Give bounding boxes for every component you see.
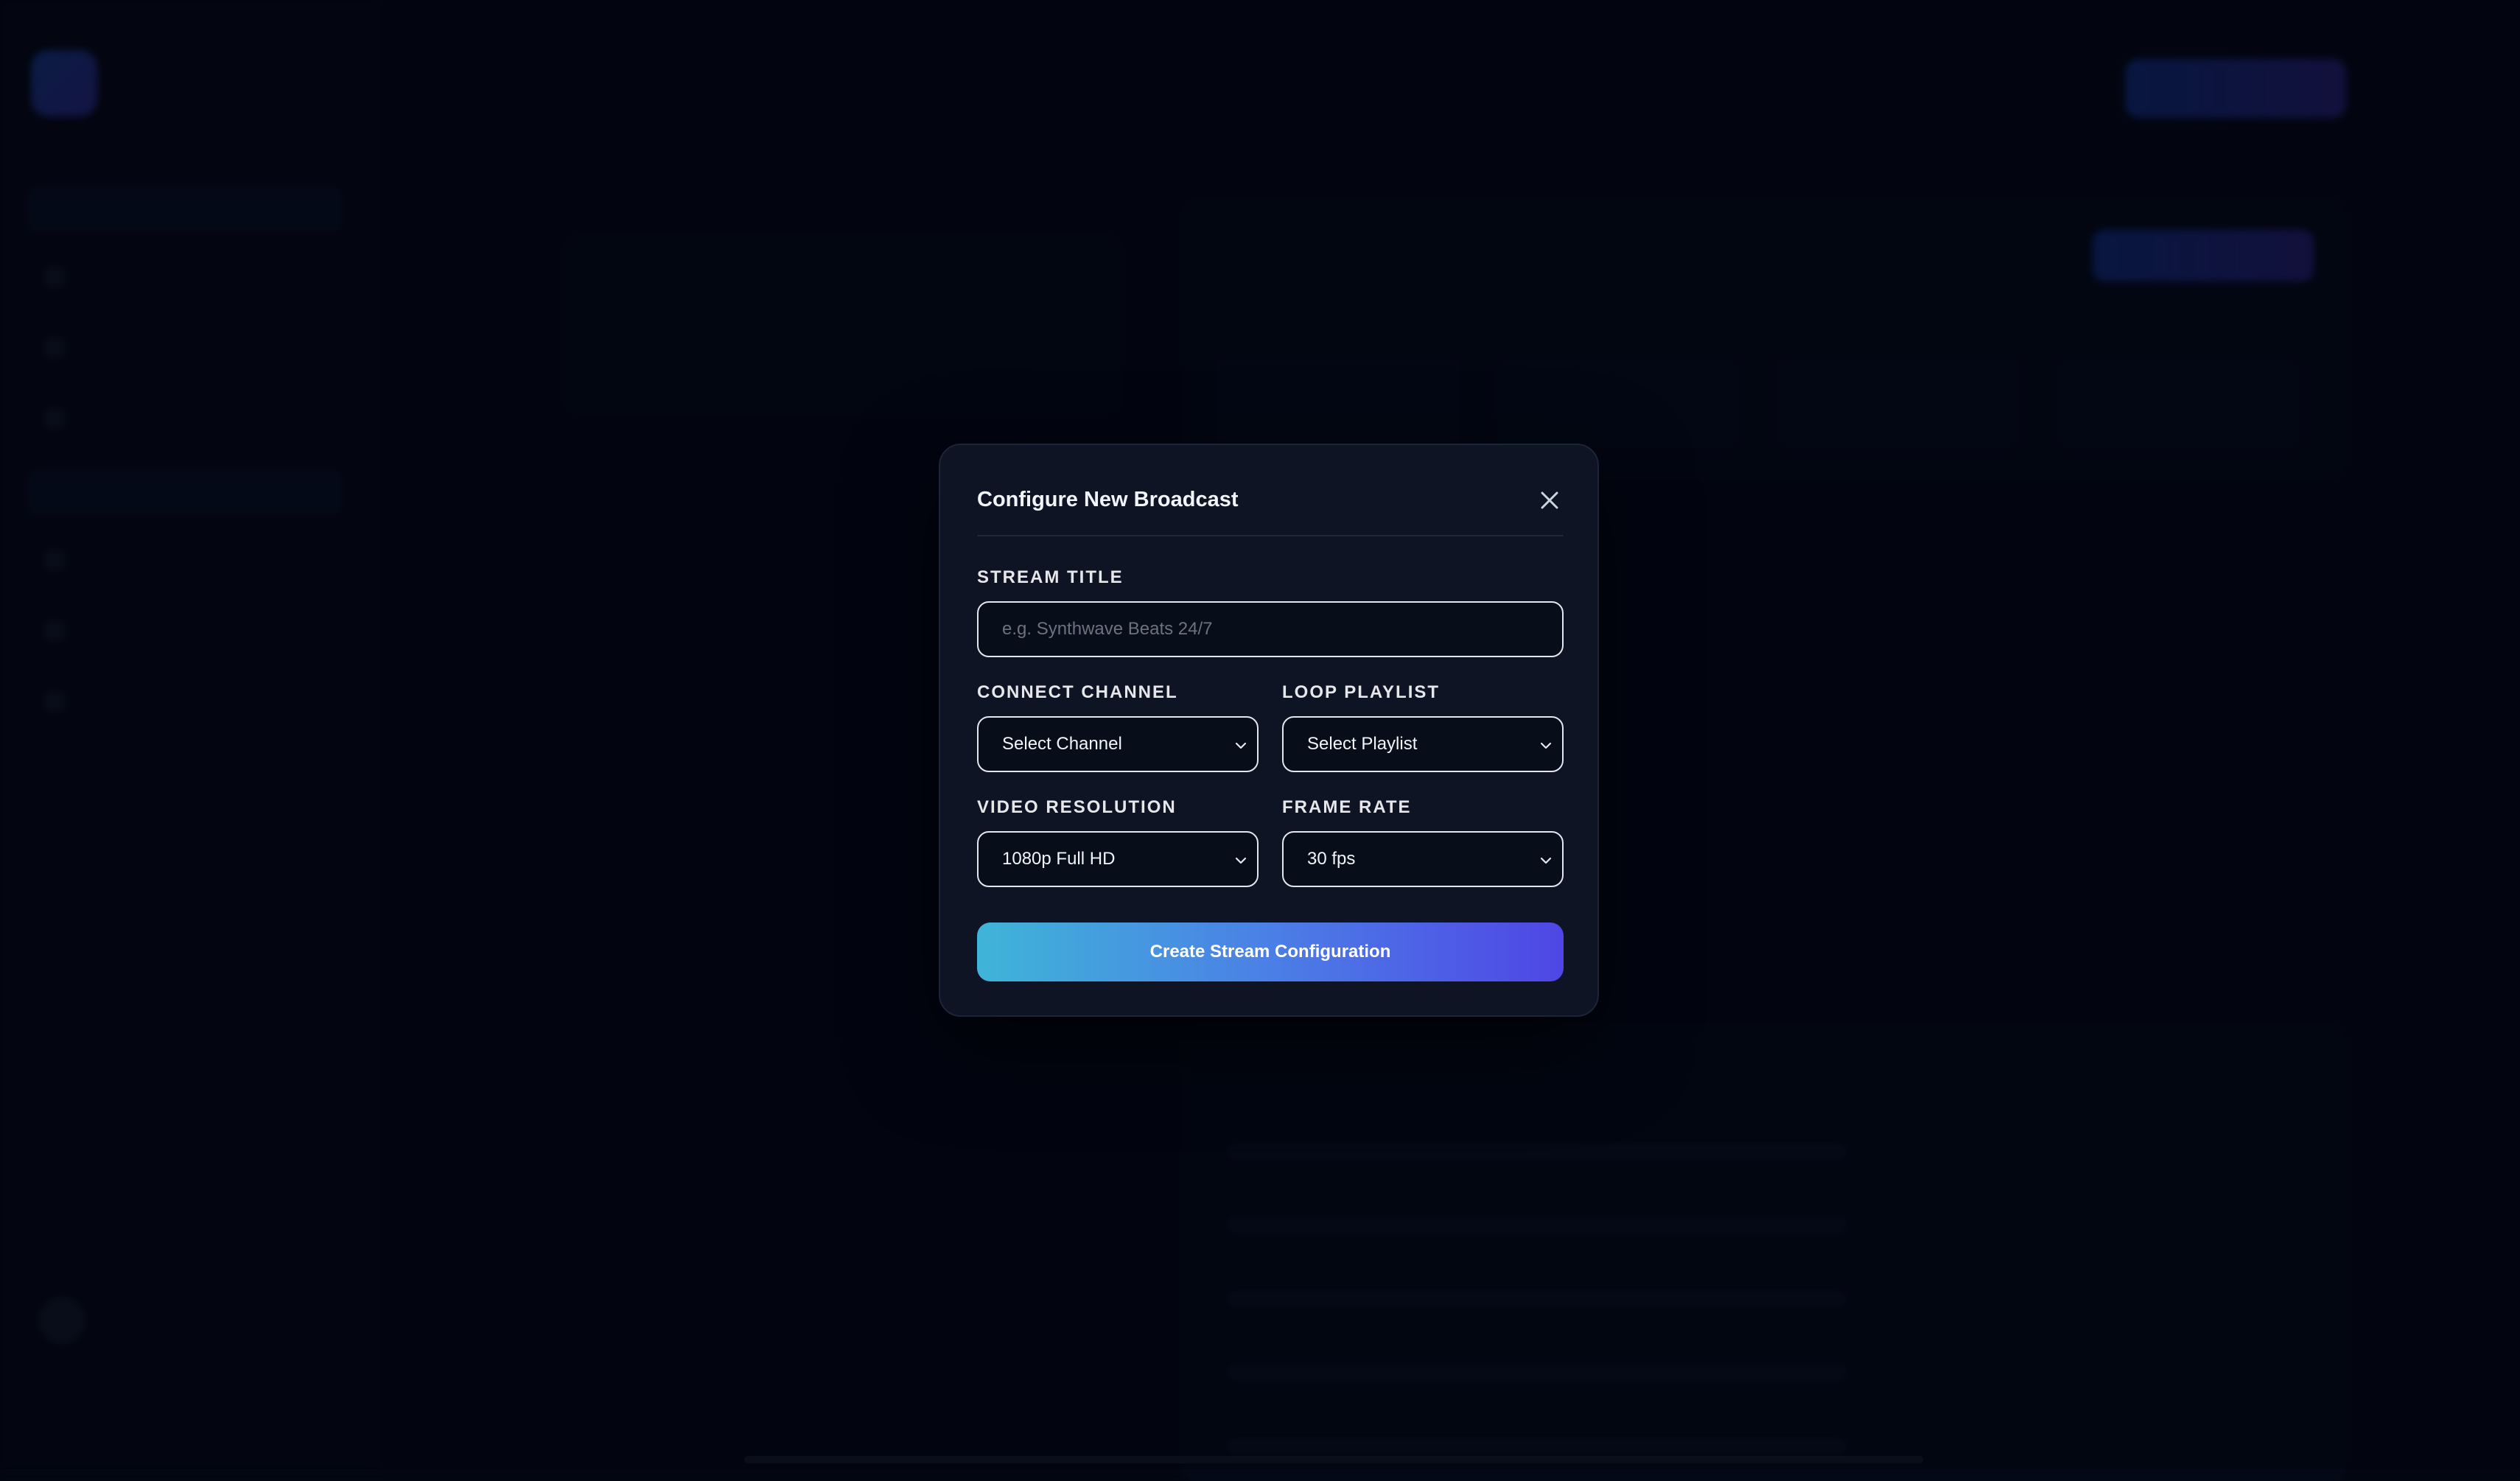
chevron-down-icon: [1540, 742, 1552, 749]
stream-title-label: STREAM TITLE: [977, 567, 1124, 587]
stream-title-input[interactable]: [977, 601, 1564, 657]
frame-rate-label: FRAME RATE: [1282, 797, 1412, 817]
video-resolution-select[interactable]: 1080p Full HD: [977, 831, 1259, 887]
chevron-down-icon: [1235, 857, 1247, 864]
close-icon[interactable]: [1536, 486, 1564, 514]
modal-title: Configure New Broadcast: [977, 488, 1239, 511]
configure-broadcast-modal: Configure New Broadcast STREAM TITLE CON…: [939, 444, 1599, 1017]
video-resolution-value: 1080p Full HD: [1002, 849, 1116, 869]
modal-header: Configure New Broadcast: [977, 445, 1564, 536]
chevron-down-icon: [1540, 857, 1552, 864]
connect-channel-label: CONNECT CHANNEL: [977, 682, 1178, 702]
frame-rate-select[interactable]: 30 fps: [1282, 831, 1564, 887]
loop-playlist-label: LOOP PLAYLIST: [1282, 682, 1441, 702]
chevron-down-icon: [1235, 742, 1247, 749]
loop-playlist-value: Select Playlist: [1307, 734, 1418, 754]
frame-rate-value: 30 fps: [1307, 849, 1356, 869]
loop-playlist-select[interactable]: Select Playlist: [1282, 716, 1564, 772]
video-resolution-label: VIDEO RESOLUTION: [977, 797, 1177, 817]
connect-channel-select[interactable]: Select Channel: [977, 716, 1259, 772]
create-stream-configuration-button[interactable]: Create Stream Configuration: [977, 922, 1564, 981]
connect-channel-value: Select Channel: [1002, 734, 1122, 754]
